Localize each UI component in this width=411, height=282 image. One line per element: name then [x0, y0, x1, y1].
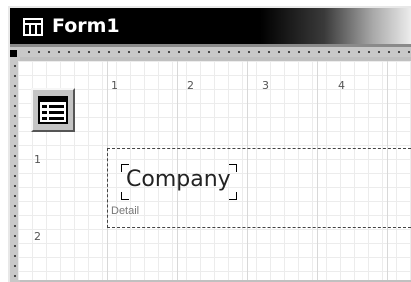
resize-handle-icon[interactable] [229, 192, 237, 200]
ruler-number: 4 [338, 79, 345, 92]
company-label-control[interactable]: Company [121, 164, 237, 200]
resize-handle-icon[interactable] [121, 192, 129, 200]
ruler-number: 2 [34, 230, 41, 243]
form-corner-handle[interactable] [10, 50, 17, 57]
ruler-number: 3 [262, 79, 269, 92]
detail-section-label: Detail [111, 205, 140, 217]
company-label-text: Company [126, 167, 231, 192]
title-bar[interactable]: Form1 [10, 8, 411, 47]
ruler-number: 1 [34, 153, 41, 166]
form-selector-button[interactable] [31, 88, 75, 132]
ruler-number: 2 [187, 79, 194, 92]
form-icon [23, 18, 43, 36]
window-title: Form1 [52, 15, 120, 37]
top-dot-grid [20, 47, 411, 57]
form-selector-icon [38, 96, 68, 124]
ruler-number: 1 [111, 79, 118, 92]
